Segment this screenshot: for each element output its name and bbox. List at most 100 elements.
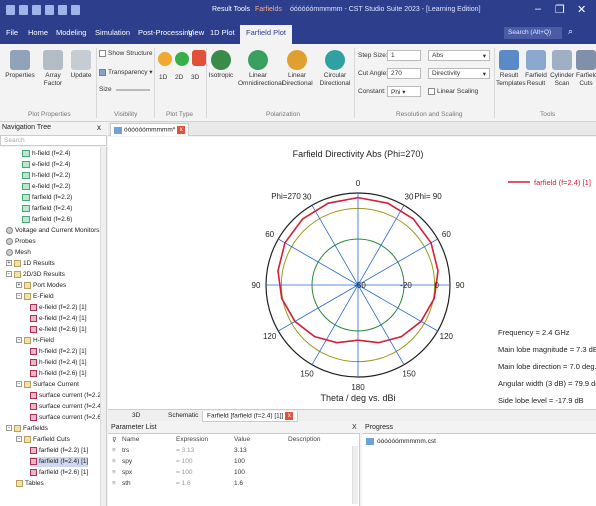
show-structure-checkbox[interactable]: Show Structure — [99, 50, 152, 57]
tab-home[interactable]: Home — [28, 28, 48, 37]
tree-item[interactable]: − Surface Current — [16, 380, 79, 390]
tree-item[interactable]: h-field (f=2.2) — [22, 171, 70, 181]
plot-type-2d-button[interactable]: 2D — [175, 74, 183, 81]
cut-angle-input[interactable]: 270 — [387, 68, 421, 79]
tree-expander-icon[interactable]: − — [16, 293, 22, 300]
tree-item[interactable]: e-field (f=2.2) — [22, 182, 70, 192]
properties-button[interactable]: Properties — [2, 50, 38, 80]
cylinder-scan-button[interactable]: Cylinder Scan — [550, 50, 574, 88]
transparency-dropdown[interactable]: Transparency ▾ — [99, 68, 153, 76]
search-input[interactable]: Search (Alt+Q) — [504, 27, 562, 39]
tab-simulation[interactable]: Simulation — [95, 28, 130, 37]
tree-expander-icon[interactable]: − — [16, 381, 22, 388]
size-slider[interactable] — [116, 89, 150, 91]
farfield-result-button[interactable]: Farfield Result — [524, 50, 548, 88]
tab-farfield[interactable]: Farfield [farfield (f=2.4) [1]] x — [202, 411, 299, 422]
farfield-cuts-button[interactable]: Farfield Cuts — [576, 50, 596, 88]
restore-button[interactable]: ❐ — [555, 3, 565, 16]
directivity-select[interactable]: Directivity ▾ — [428, 68, 490, 79]
tree-item[interactable]: e-field (f=2.4) — [22, 160, 70, 170]
circular-directional-button[interactable]: Circular Directional — [318, 50, 352, 88]
tree-expander-icon[interactable]: + — [16, 282, 22, 289]
redo-icon[interactable] — [71, 5, 80, 15]
tree-item[interactable]: e-field (f=2.4) [1] — [30, 314, 87, 324]
tree-item[interactable]: h-field (f=2.6) [1] — [30, 369, 87, 379]
array-factor-button[interactable]: Array Factor — [40, 50, 66, 88]
tree-item[interactable]: + Port Modes — [16, 281, 66, 291]
tree-item[interactable]: Voltage and Current Monitors — [6, 226, 100, 236]
save-icon[interactable] — [19, 5, 28, 15]
context-tab-farfields[interactable]: Farfields — [255, 6, 282, 13]
update-button[interactable]: Update — [68, 50, 94, 80]
plot-type-3d-button[interactable]: 3D — [191, 74, 199, 81]
undo-icon[interactable] — [58, 5, 67, 15]
filter-icon[interactable]: ⊽ — [112, 436, 117, 444]
constant-select[interactable]: Phi ▾ — [387, 86, 421, 97]
tab-farfield-plot[interactable]: Farfield Plot — [240, 25, 293, 44]
parameter-scrollbar[interactable] — [352, 446, 358, 504]
tree-item[interactable]: Probes — [6, 237, 36, 247]
tree-item[interactable]: Tables — [16, 479, 44, 489]
tab-view[interactable]: View — [188, 28, 204, 37]
table-row[interactable]: ≡ sth = 1.6 1.6 — [108, 480, 352, 490]
linear-omnidirectional-button[interactable]: Linear Omnidirectional — [238, 50, 283, 88]
plot-type-1d-icon[interactable] — [158, 52, 172, 66]
tree-item[interactable]: h-field (f=2.4) — [22, 149, 70, 159]
close-tab-icon[interactable]: x — [177, 126, 186, 134]
tab-3d[interactable]: 3D — [128, 411, 144, 420]
navigation-search-input[interactable]: Search — [0, 135, 107, 146]
plot-type-3d-icon[interactable] — [192, 50, 206, 66]
tree-item[interactable]: − E-Field — [16, 292, 54, 302]
tree-item[interactable]: − Farfield Cuts — [16, 435, 70, 445]
tree-item[interactable]: − H-Field — [16, 336, 54, 346]
tree-item[interactable]: farfield (f=2.6) — [22, 215, 72, 225]
table-row[interactable]: ≡ trs = 3.13 3.13 — [108, 447, 352, 457]
document-tab[interactable]: óóóóóómmmmm* x — [110, 123, 190, 136]
tab-post-processing[interactable]: Post-Processing — [138, 28, 193, 37]
tree-item[interactable]: h-field (f=2.4) [1] — [30, 358, 87, 368]
tree-scrollbar[interactable] — [100, 147, 106, 506]
tab-file[interactable]: File — [6, 28, 18, 37]
tree-expander-icon[interactable]: − — [16, 337, 22, 344]
tree-item[interactable]: e-field (f=2.2) [1] — [30, 303, 87, 313]
tree-expander-icon[interactable]: − — [6, 271, 12, 278]
tree-item[interactable]: − 2D/3D Results — [6, 270, 65, 280]
tree-expander-icon[interactable]: − — [16, 436, 22, 443]
tab-schematic[interactable]: Schematic — [164, 411, 202, 420]
result-templates-button[interactable]: Result Templates — [496, 50, 526, 88]
tree-item[interactable]: surface current (f=2.6) — [30, 413, 103, 423]
tab-1d-plot[interactable]: 1D Plot — [210, 28, 235, 37]
column-expression[interactable]: Expression — [176, 436, 208, 443]
tree-item[interactable]: surface current (f=2.4) — [30, 402, 103, 412]
print-icon[interactable] — [45, 5, 54, 15]
progress-item[interactable]: óóóóóómmmmm.cst — [366, 438, 436, 445]
close-tab-icon[interactable]: x — [285, 412, 294, 420]
close-button[interactable]: ✕ — [577, 3, 586, 16]
farfield-plot-area[interactable]: Farfield Directivity Abs (Phi=270) Phi=27… — [108, 137, 596, 409]
tree-expander-icon[interactable]: + — [6, 260, 12, 267]
table-row[interactable]: ≡ spx = 100 100 — [108, 469, 352, 479]
context-tab-result-tools[interactable]: Result Tools — [212, 6, 250, 13]
column-value[interactable]: Value — [234, 436, 250, 443]
tree-item[interactable]: − Farfields — [6, 424, 48, 434]
linear-scaling-checkbox[interactable]: Linear Scaling — [428, 88, 478, 95]
search-icon[interactable]: ⌕ — [568, 26, 573, 37]
column-name[interactable]: Name — [122, 436, 139, 443]
tree-item[interactable]: farfield (f=2.4) — [22, 204, 72, 214]
linear-directional-button[interactable]: Linear Directional — [282, 50, 313, 88]
tree-item[interactable]: farfield (f=2.2) — [22, 193, 72, 203]
isotropic-button[interactable]: Isotropic — [208, 50, 234, 80]
tree-item[interactable]: e-field (f=2.6) [1] — [30, 325, 87, 335]
tree-item[interactable]: farfield (f=2.6) [1] — [30, 468, 88, 478]
column-description[interactable]: Description — [288, 436, 321, 443]
tree-item[interactable]: +1D Results — [6, 259, 55, 269]
navigation-close-button[interactable]: x — [97, 123, 101, 132]
table-row[interactable]: ≡ spy = 100 100 — [108, 458, 352, 468]
tree-expander-icon[interactable]: − — [6, 425, 12, 432]
tree-item[interactable]: Mesh — [6, 248, 31, 258]
open-icon[interactable] — [32, 5, 41, 15]
step-size-input[interactable]: 1 — [387, 50, 421, 61]
abs-select[interactable]: Abs ▾ — [428, 50, 490, 61]
tree-item[interactable]: farfield (f=2.2) [1] — [30, 446, 88, 456]
tree-item[interactable]: surface current (f=2.2) — [30, 391, 103, 401]
